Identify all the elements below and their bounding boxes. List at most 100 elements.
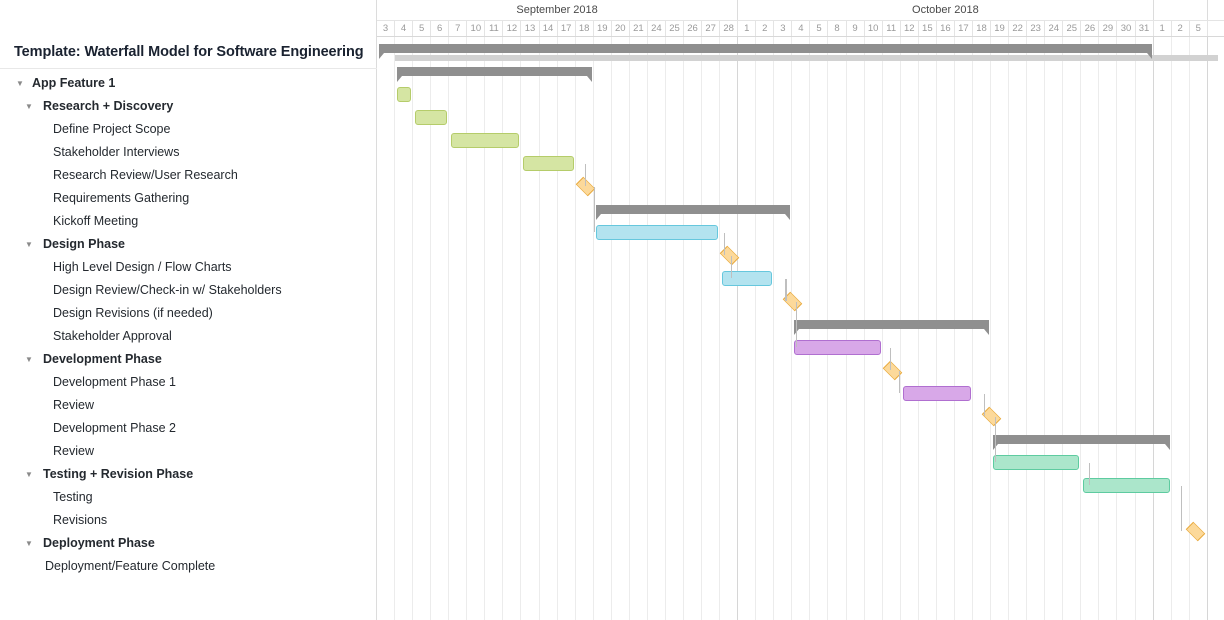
chevron-down-icon[interactable]: ▼ <box>23 233 35 256</box>
day-header-cell: 3 <box>377 20 396 36</box>
task-row[interactable]: ▼ Deployment Phase <box>0 532 377 555</box>
task-row[interactable]: ▼ Testing + Revision Phase <box>0 463 377 486</box>
task-row[interactable]: Design Review/Check-in w/ Stakeholders <box>0 279 377 302</box>
task-row[interactable]: Deployment/Feature Complete <box>0 555 377 578</box>
task-bar[interactable] <box>1083 478 1170 493</box>
task-bar[interactable] <box>794 340 881 355</box>
month-label: October 2018 <box>738 0 1154 20</box>
day-header-cell: 4 <box>395 20 414 36</box>
day-header-cell: 24 <box>1045 20 1064 36</box>
task-row[interactable]: Requirements Gathering <box>0 187 377 210</box>
day-header-cell: 28 <box>720 20 739 36</box>
title-divider <box>0 68 377 69</box>
task-row[interactable]: Development Phase 2 <box>0 417 377 440</box>
summary-cap-right <box>586 76 592 82</box>
task-bar[interactable] <box>722 271 773 286</box>
day-header-cell: 11 <box>485 20 504 36</box>
day-header-cell: 25 <box>1063 20 1082 36</box>
task-row-label: Development Phase 1 <box>53 375 176 389</box>
task-bar[interactable] <box>993 455 1080 470</box>
task-row[interactable]: Review <box>0 394 377 417</box>
day-header-cell: 12 <box>901 20 919 36</box>
month-label: September 2018 <box>377 0 739 20</box>
task-row[interactable]: Revisions <box>0 509 377 532</box>
day-header-cell: 1 <box>1154 20 1172 36</box>
task-row[interactable]: ▼ Research + Discovery <box>0 95 377 118</box>
task-row-label: Design Review/Check-in w/ Stakeholders <box>53 283 282 297</box>
day-header-cell: 10 <box>467 20 486 36</box>
summary-cap-left <box>397 76 403 82</box>
dependency-connector <box>785 279 787 301</box>
task-row-label: Revisions <box>53 513 108 527</box>
task-row-label: Deployment Phase <box>43 536 155 550</box>
task-bar[interactable] <box>397 87 412 102</box>
day-header-cell: 9 <box>847 20 865 36</box>
task-bar[interactable] <box>415 110 448 125</box>
task-row-label: Development Phase 2 <box>53 421 176 435</box>
day-header-cell: 6 <box>431 20 450 36</box>
task-row[interactable]: Stakeholder Interviews <box>0 141 377 164</box>
task-row[interactable]: Stakeholder Approval <box>0 325 377 348</box>
chevron-down-icon[interactable]: ▼ <box>23 95 35 118</box>
dependency-connector <box>795 302 798 347</box>
day-header-cell: 29 <box>1099 20 1118 36</box>
day-header-cell: 1 <box>738 20 757 36</box>
summary-bar[interactable] <box>379 44 1152 59</box>
day-header-cell: 25 <box>666 20 684 36</box>
day-header-cell: 4 <box>792 20 811 36</box>
task-row[interactable]: Research Review/User Research <box>0 164 377 187</box>
task-row[interactable]: Define Project Scope <box>0 118 377 141</box>
day-header-cell: 7 <box>449 20 468 36</box>
task-row-label: Design Revisions (if needed) <box>53 306 213 320</box>
dependency-connector <box>983 394 986 416</box>
day-header-cell: 27 <box>702 20 721 36</box>
task-bar[interactable] <box>451 133 520 148</box>
task-row[interactable]: Review <box>0 440 377 463</box>
day-header-cell: 10 <box>865 20 883 36</box>
task-row[interactable]: Testing <box>0 486 377 509</box>
summary-bar[interactable] <box>794 320 990 335</box>
summary-bar[interactable] <box>993 435 1170 450</box>
chevron-down-icon[interactable]: ▼ <box>23 532 35 555</box>
task-row-label: Stakeholder Interviews <box>53 145 180 159</box>
header-bottom-border <box>377 36 1224 37</box>
task-row[interactable]: ▼ App Feature 1 <box>0 72 377 95</box>
day-header-cell: 8 <box>829 20 847 36</box>
summary-bar[interactable] <box>595 205 791 220</box>
chevron-down-icon[interactable]: ▼ <box>14 72 26 95</box>
task-row[interactable]: Design Revisions (if needed) <box>0 302 377 325</box>
dependency-connector <box>898 371 901 393</box>
chevron-down-icon[interactable]: ▼ <box>23 348 35 371</box>
day-header-cell: 31 <box>1136 20 1154 36</box>
day-header-cell: 26 <box>684 20 703 36</box>
dependency-connector <box>723 233 726 255</box>
task-row-label: Design Phase <box>43 237 125 251</box>
task-row[interactable]: Kickoff Meeting <box>0 210 377 233</box>
dependency-connector <box>889 348 892 370</box>
day-header-cell: 22 <box>1009 20 1028 36</box>
milestone-diamond[interactable] <box>1185 521 1206 542</box>
task-row-label: Define Project Scope <box>53 122 171 136</box>
task-row-list: ▼ App Feature 1 ▼ Research + Discovery Defin… <box>0 72 377 578</box>
task-bar[interactable] <box>595 225 719 240</box>
gantt-chart-app: Template: Waterfall Model for Software E… <box>0 0 1224 620</box>
task-row[interactable]: ▼ Development Phase <box>0 348 377 371</box>
dependency-connector <box>584 164 587 186</box>
day-header-cell: 24 <box>648 20 666 36</box>
task-bar[interactable] <box>523 156 574 171</box>
task-bar[interactable] <box>902 386 971 401</box>
summary-cap-right <box>785 214 791 220</box>
day-header-cell: 16 <box>937 20 955 36</box>
day-header-cell: 20 <box>612 20 630 36</box>
summary-cap-right <box>1164 444 1170 450</box>
project-summary-bar[interactable] <box>395 55 1218 61</box>
summary-bar[interactable] <box>397 67 592 82</box>
chevron-down-icon[interactable]: ▼ <box>23 463 35 486</box>
task-row[interactable]: Development Phase 1 <box>0 371 377 394</box>
dependency-connector <box>593 187 596 232</box>
day-header-cell: 14 <box>540 20 558 36</box>
task-row[interactable]: ▼ Design Phase <box>0 233 377 256</box>
task-row[interactable]: High Level Design / Flow Charts <box>0 256 377 279</box>
task-list-pane: Template: Waterfall Model for Software E… <box>0 0 377 620</box>
summary-cap-right <box>1146 53 1152 59</box>
